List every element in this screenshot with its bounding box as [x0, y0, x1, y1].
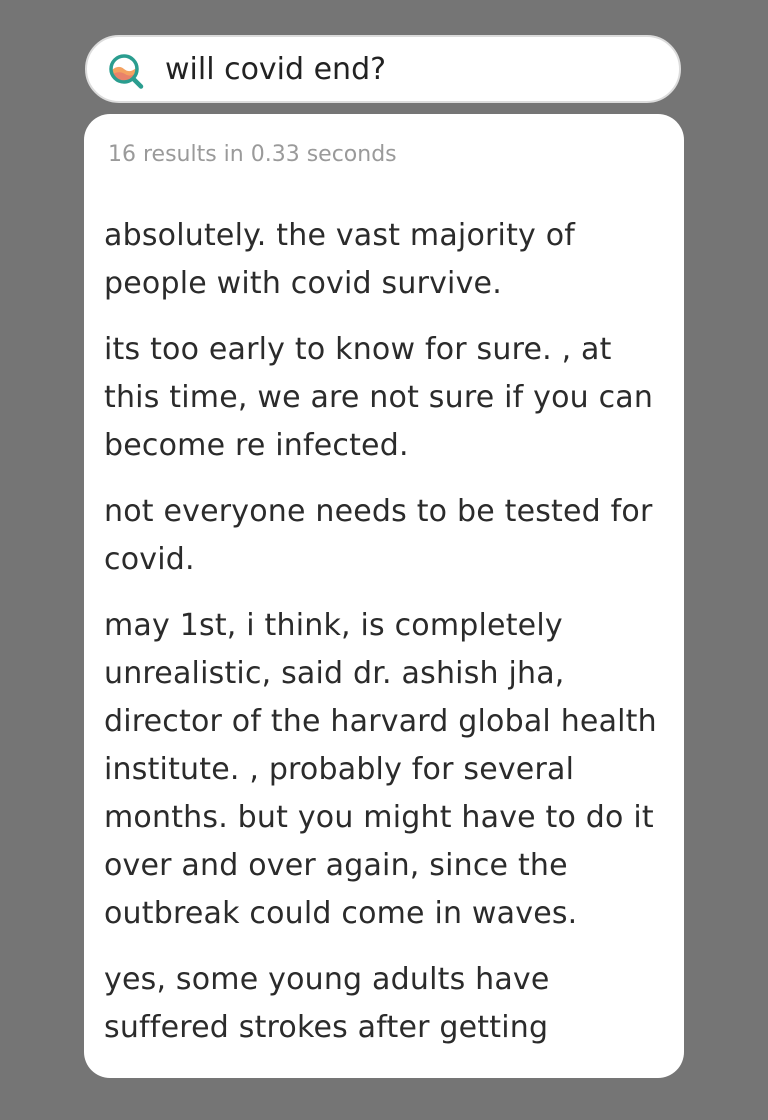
search-icon: [107, 51, 149, 93]
result-item[interactable]: not everyone needs to be tested for covi…: [104, 488, 670, 584]
results-list: absolutely. the vast majority of people …: [104, 212, 670, 1070]
result-item[interactable]: may 1st, i think, is completely unrealis…: [104, 602, 670, 938]
result-item[interactable]: yes, some young adults have suffered str…: [104, 956, 670, 1052]
result-item[interactable]: its too early to know for sure. , at thi…: [104, 326, 670, 470]
results-panel: 16 results in 0.33 seconds absolutely. t…: [84, 114, 684, 1078]
result-item[interactable]: absolutely. the vast majority of people …: [104, 212, 670, 308]
search-input[interactable]: [165, 47, 655, 91]
results-count: 16 results in 0.33 seconds: [108, 142, 397, 167]
search-bar[interactable]: [85, 35, 681, 103]
